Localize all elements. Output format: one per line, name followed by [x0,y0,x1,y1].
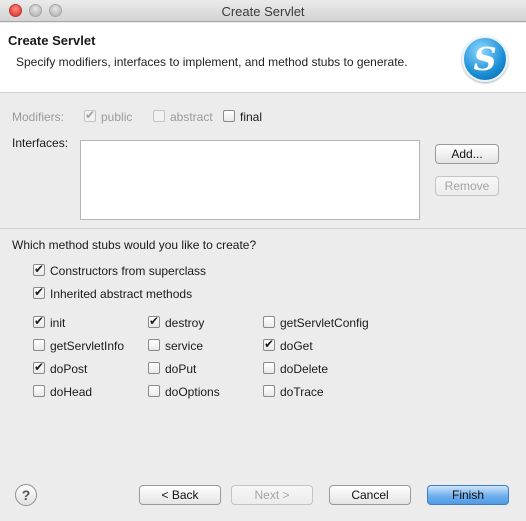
cancel-button[interactable]: Cancel [329,485,411,505]
section-divider [0,228,526,229]
modifiers-label: Modifiers: [12,110,65,124]
service-label: service [165,339,204,353]
dooptions-label: doOptions [165,385,220,399]
getservletconfig-checkbox[interactable] [263,316,275,328]
help-icon[interactable]: ? [15,484,37,506]
final-checkbox[interactable] [223,110,235,122]
interfaces-list[interactable] [80,140,420,220]
service-checkbox[interactable] [148,339,160,351]
dooptions-checkbox[interactable] [148,385,160,397]
back-button[interactable]: < Back [139,485,221,505]
next-button[interactable]: Next > [231,485,313,505]
getservletinfo-checkbox[interactable] [33,339,45,351]
servlet-logo-icon: S [462,36,508,82]
dotrace-checkbox[interactable] [263,385,275,397]
abstract-checkbox[interactable] [153,110,165,122]
constructors-checkbox[interactable] [33,262,45,276]
constructors-label: Constructors from superclass [50,264,207,278]
method-stubs-question: Which method stubs would you like to cre… [12,238,257,252]
wizard-title: Create Servlet [8,33,96,48]
public-checkbox[interactable] [84,108,96,122]
getservletconfig-label: getServletConfig [280,316,369,330]
remove-interface-button[interactable]: Remove [435,176,499,196]
add-interface-button[interactable]: Add... [435,144,499,164]
dohead-label: doHead [50,385,93,399]
finish-button[interactable]: Finish [427,485,509,505]
window-titlebar: Create Servlet [0,0,526,22]
dodelete-checkbox[interactable] [263,362,275,374]
getservletinfo-label: getServletInfo [50,339,125,353]
destroy-checkbox[interactable] [148,314,160,328]
init-label: init [50,316,66,330]
dodelete-label: doDelete [280,362,329,376]
wizard-description: Specify modifiers, interfaces to impleme… [16,55,408,69]
abstract-label: abstract [170,110,213,124]
dohead-checkbox[interactable] [33,385,45,397]
doget-checkbox[interactable] [263,337,275,351]
destroy-label: destroy [165,316,205,330]
inherited-abstract-checkbox[interactable] [33,285,45,299]
inherited-abstract-label: Inherited abstract methods [50,287,193,301]
public-label: public [101,110,133,124]
dopost-label: doPost [50,362,88,376]
dotrace-label: doTrace [280,385,324,399]
doget-label: doGet [280,339,313,353]
interfaces-label: Interfaces: [12,136,69,150]
dopost-checkbox[interactable] [33,360,45,374]
wizard-header: Create Servlet Specify modifiers, interf… [0,23,526,93]
logo-glyph: S [473,40,497,78]
init-checkbox[interactable] [33,314,45,328]
doput-checkbox[interactable] [148,362,160,374]
window-title: Create Servlet [221,4,305,19]
final-label: final [240,110,263,124]
doput-label: doPut [165,362,197,376]
